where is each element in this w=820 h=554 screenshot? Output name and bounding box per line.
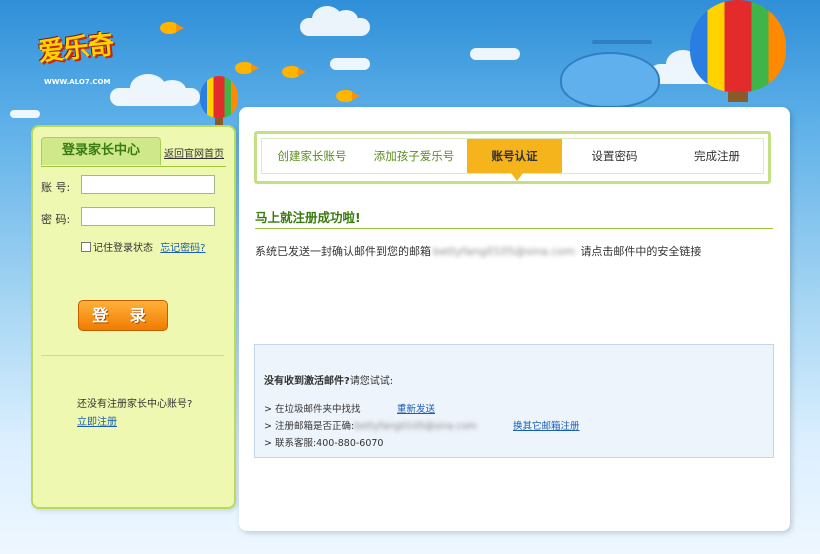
help-line-check-email-label: > 注册邮箱是否正确: (264, 421, 355, 432)
no-email-help-box: 没有收到激活邮件?请您试试: > 在垃圾邮件夹中找找 重新发送 > 注册邮箱是否… (254, 344, 774, 458)
password-input[interactable] (81, 207, 215, 226)
login-button[interactable]: 登 录 (78, 300, 168, 331)
step-complete: 完成注册 (694, 149, 740, 163)
resend-link[interactable]: 重新发送 (397, 401, 435, 415)
masked-email: bettyfang0105@sina.com (354, 421, 477, 432)
help-line-spam: > 在垃圾邮件夹中找找 (264, 404, 361, 415)
step-set-password: 设置密码 (591, 149, 638, 163)
forgot-password-link[interactable]: 忘记密码? (160, 243, 205, 254)
fish-icon (235, 62, 259, 74)
login-panel-header: 登录家长中心 返回官网首页 (41, 135, 226, 167)
step-progress: 创建家长账号 添加孩子爱乐号 账号认证 设置密码 完成注册 (254, 131, 771, 184)
main-panel: 创建家长账号 添加孩子爱乐号 账号认证 设置密码 完成注册 马上就注册成功啦! … (239, 107, 790, 531)
step-verify-account: 账号认证 (467, 139, 562, 181)
account-label: 账 号: (41, 181, 71, 194)
cloud-decoration (470, 48, 520, 60)
logo-text: 爱乐奇 (36, 30, 115, 68)
cloud-decoration (10, 110, 40, 118)
help-line-check-email: > 注册邮箱是否正确:bettyfang0105@sina.com (264, 418, 477, 432)
hot-air-balloon-icon (200, 76, 238, 128)
help-line-support: > 联系客服:400-880-6070 (264, 438, 384, 449)
remember-row: 记住登录状态 忘记密码? (81, 239, 206, 254)
help-title-bold: 没有收到激活邮件? (264, 376, 350, 387)
account-input[interactable] (81, 175, 215, 194)
divider (41, 355, 224, 356)
remember-checkbox[interactable] (81, 242, 91, 252)
masked-email: bettyfang0105@sina.com (433, 245, 575, 258)
password-row: 密 码: (41, 207, 215, 227)
fish-icon (336, 90, 360, 102)
helicopter-icon (560, 40, 660, 108)
confirmation-message: 系统已发送一封确认邮件到您的邮箱 bettyfang0105@sina.com 请… (255, 243, 701, 259)
fish-icon (160, 22, 184, 34)
login-panel: 登录家长中心 返回官网首页 账 号: 密 码: 记住登录状态 忘记密码? 登 录… (31, 125, 236, 509)
home-link[interactable]: 返回官网首页 (164, 145, 224, 160)
message-prefix: 系统已发送一封确认邮件到您的邮箱 (255, 245, 431, 258)
cloud-decoration (330, 58, 370, 70)
change-email-link[interactable]: 换其它邮箱注册 (513, 418, 580, 432)
register-link[interactable]: 立即注册 (77, 413, 117, 428)
fish-icon (282, 66, 306, 78)
logo-url: WWW.ALO7.COM (44, 78, 111, 86)
brand-logo[interactable]: 爱乐奇 WWW.ALO7.COM (37, 28, 148, 98)
step-add-child: 添加孩子爱乐号 (373, 149, 455, 163)
message-suffix: 请点击邮件中的安全链接 (580, 245, 702, 258)
account-row: 账 号: (41, 175, 215, 195)
no-account-text: 还没有注册家长中心账号? (77, 399, 193, 410)
remember-label: 记住登录状态 (93, 243, 153, 254)
password-label: 密 码: (41, 213, 71, 226)
cloud-decoration (300, 6, 370, 36)
success-title: 马上就注册成功啦! (255, 207, 773, 229)
step-create-account: 创建家长账号 (277, 149, 347, 163)
step-bar: 创建家长账号 添加孩子爱乐号 账号认证 设置密码 完成注册 (261, 138, 764, 181)
hot-air-balloon-icon (690, 0, 786, 102)
help-title-rest: 请您试试: (349, 376, 394, 387)
login-panel-title: 登录家长中心 (41, 137, 161, 165)
help-title: 没有收到激活邮件?请您试试: (264, 372, 393, 387)
